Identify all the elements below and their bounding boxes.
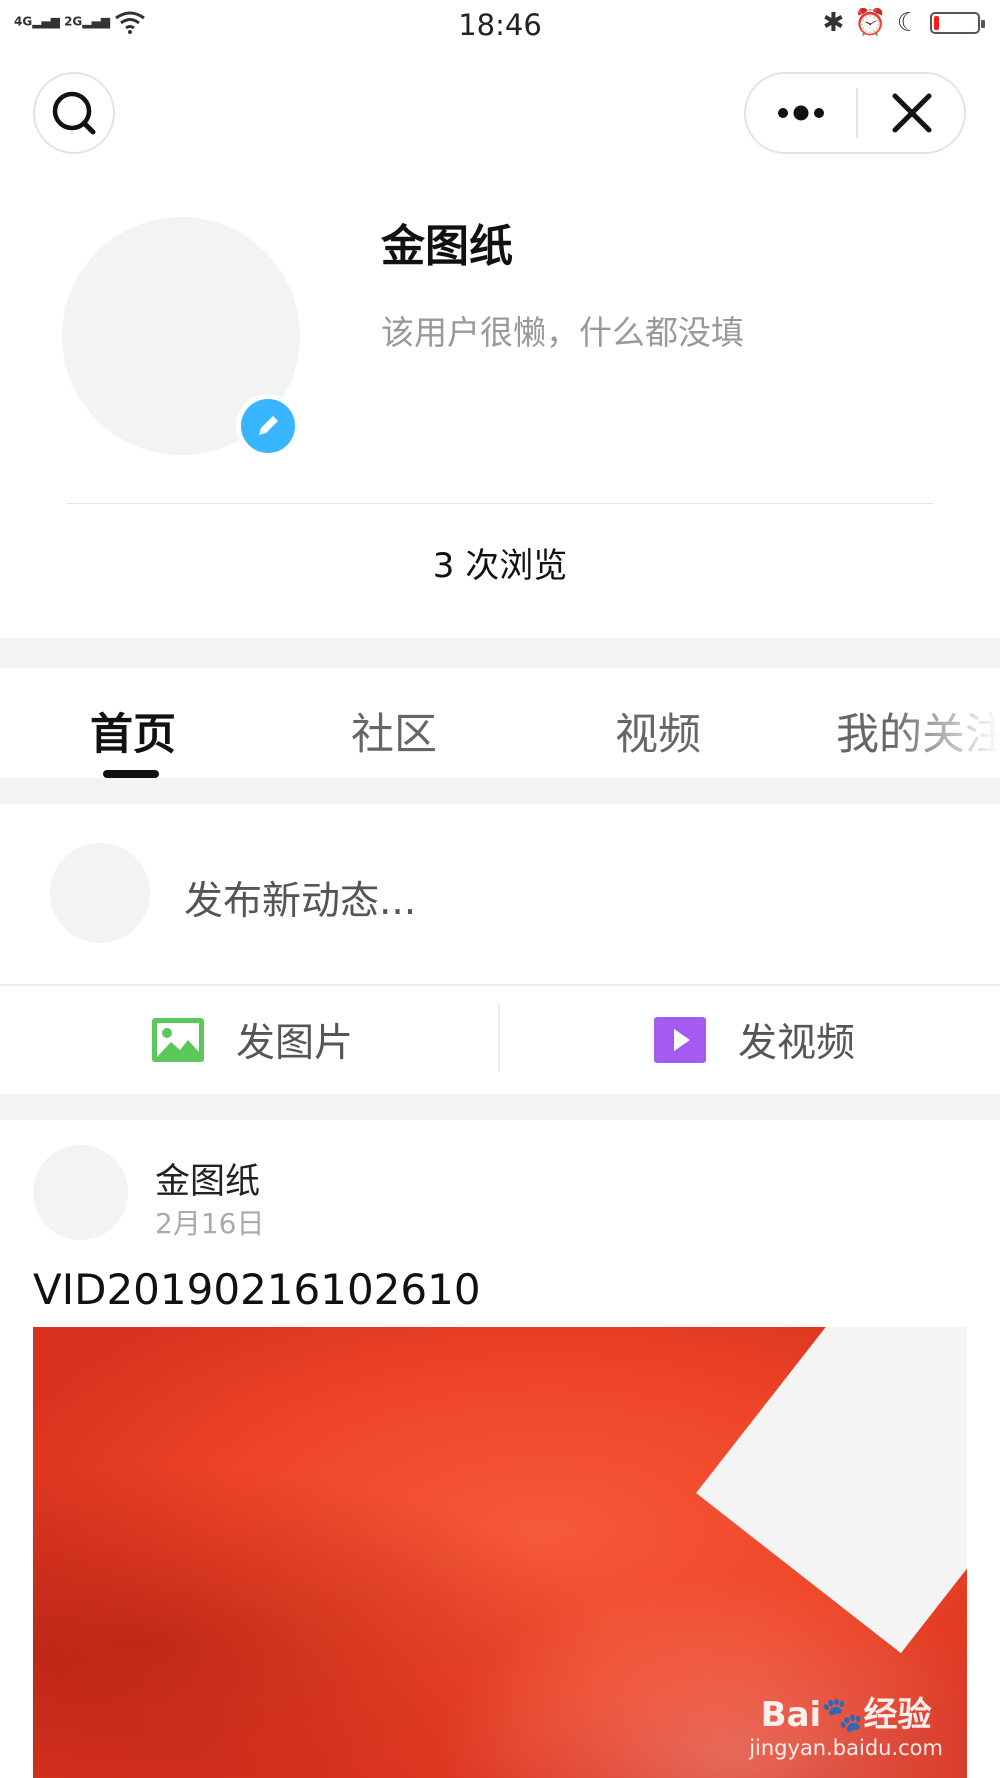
watermark-url: jingyan.baidu.com: [749, 1736, 943, 1760]
tab-community[interactable]: 社区: [351, 700, 437, 762]
tab-overflow-fade: [890, 668, 1000, 778]
moon-icon: ☾: [896, 8, 920, 38]
post-author-name[interactable]: 金图纸: [155, 1153, 260, 1204]
profile-divider: [66, 503, 934, 504]
edit-avatar-button[interactable]: [236, 394, 300, 458]
profile-bio: 该用户很懒，什么都没填: [381, 313, 744, 352]
baidu-watermark: Bai🐾经验 jingyan.baidu.com: [749, 1687, 943, 1760]
post-video-thumbnail[interactable]: Bai🐾经验 jingyan.baidu.com: [33, 1327, 967, 1778]
image-icon: [152, 1018, 204, 1062]
post-date: 2月16日: [155, 1207, 265, 1240]
search-button[interactable]: [33, 72, 115, 154]
post-video-button[interactable]: 发视频: [654, 1006, 855, 1074]
close-icon[interactable]: [858, 74, 966, 152]
bluetooth-icon: ✱: [822, 8, 845, 38]
profile-name: 金图纸: [381, 221, 513, 272]
watermark-brand: 经验: [863, 1695, 932, 1735]
alarm-icon: ⏰: [854, 8, 887, 38]
section-separator: [0, 638, 1000, 668]
composer-avatar: [50, 843, 150, 943]
post-photo-button[interactable]: 发图片: [152, 1006, 353, 1074]
search-icon: [52, 91, 96, 135]
section-separator: [0, 778, 1000, 804]
mini-program-capsule: [744, 72, 966, 154]
paw-icon: 🐾: [821, 1695, 864, 1735]
view-count: 3 次浏览: [432, 546, 568, 586]
tab-home[interactable]: 首页: [90, 700, 176, 762]
more-icon[interactable]: [746, 74, 856, 152]
post-title: VID20190216102610: [33, 1265, 481, 1314]
pencil-icon: [259, 416, 278, 435]
post-author-avatar[interactable]: [33, 1145, 128, 1240]
battery-icon: [930, 12, 985, 34]
new-post-input[interactable]: 发布新动态...: [184, 870, 416, 926]
status-bar: 4G▂▄▆ 2G▂▄▆ 18:46 ✱ ⏰ ☾: [0, 0, 1000, 52]
tab-video[interactable]: 视频: [615, 700, 701, 762]
battery-level: [934, 16, 939, 30]
section-separator: [0, 1094, 1000, 1120]
post-video-label: 发视频: [738, 1021, 856, 1066]
post-photo-label: 发图片: [236, 1021, 354, 1066]
play-icon: [654, 1017, 706, 1063]
active-tab-indicator: [103, 770, 159, 778]
action-divider: [498, 1004, 500, 1072]
thumbnail-background: [696, 1327, 967, 1654]
status-icons: ✱ ⏰ ☾: [822, 8, 985, 38]
tab-bar: 首页 社区 视频 我的关注: [0, 668, 1000, 778]
composer-divider: [0, 984, 1000, 986]
watermark-logo-text: Bai: [760, 1695, 822, 1735]
